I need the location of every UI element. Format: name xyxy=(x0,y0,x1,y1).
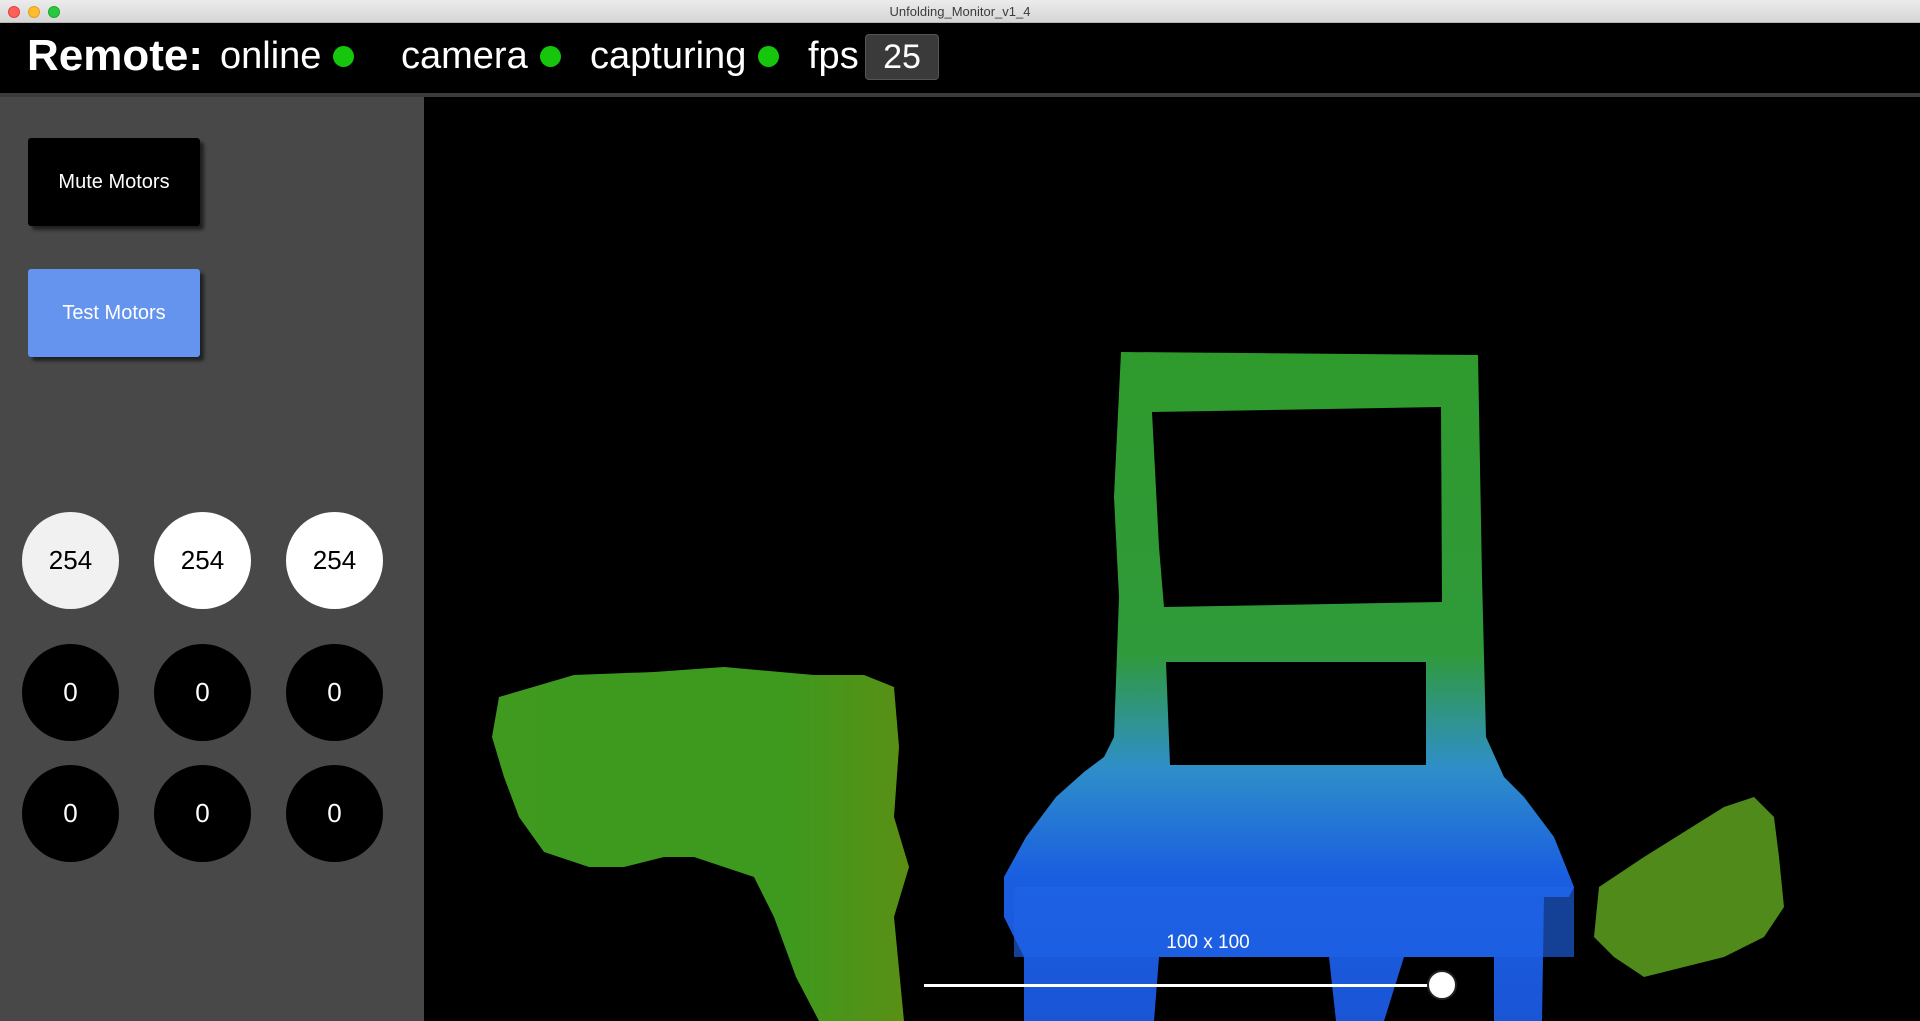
depth-image xyxy=(492,352,1784,1021)
capturing-indicator-icon xyxy=(758,45,780,67)
test-motors-button[interactable]: Test Motors xyxy=(28,269,200,357)
fps-value: 25 xyxy=(865,34,939,80)
left-object-blob xyxy=(492,667,909,1021)
right-object-blob xyxy=(1594,797,1784,977)
camera-depth-view: 100 x 100 xyxy=(424,97,1920,1021)
camera-indicator-icon xyxy=(539,45,561,67)
mute-motors-button[interactable]: Mute Motors xyxy=(28,138,200,226)
motor-value-r1c1: 254 xyxy=(22,512,119,609)
motor-value-r2c1: 0 xyxy=(22,644,119,741)
motor-value-r1c3: 254 xyxy=(286,512,383,609)
fps-label: fps xyxy=(808,35,859,77)
camera-label: camera xyxy=(401,35,528,77)
motor-value-r2c3: 0 xyxy=(286,644,383,741)
capturing-status: capturing xyxy=(590,33,780,79)
window-titlebar: Unfolding_Monitor_v1_4 xyxy=(0,0,1920,23)
resolution-label: 100 x 100 xyxy=(1166,932,1250,953)
chair-blob xyxy=(1004,352,1574,1021)
motor-value-r3c2: 0 xyxy=(154,765,251,862)
online-label: online xyxy=(220,35,322,77)
remote-status-bar: Remote: online camera capturing fps 25 xyxy=(0,23,1920,93)
window-title: Unfolding_Monitor_v1_4 xyxy=(889,4,1031,19)
online-indicator-icon xyxy=(333,45,355,67)
remote-label: Remote: xyxy=(27,31,204,80)
motor-value-r3c1: 0 xyxy=(22,765,119,862)
motor-value-r3c3: 0 xyxy=(286,765,383,862)
motor-value-r1c2: 254 xyxy=(154,512,251,609)
online-status: online xyxy=(220,33,355,79)
camera-status: camera xyxy=(401,33,561,79)
capturing-label: capturing xyxy=(590,35,747,77)
control-sidebar: Mute Motors Test Motors 254 254 254 0 0 … xyxy=(0,97,424,1021)
resolution-slider-handle[interactable] xyxy=(1427,970,1457,1000)
motor-value-r2c2: 0 xyxy=(154,644,251,741)
fps-status: fps xyxy=(808,33,859,79)
resolution-slider-track[interactable] xyxy=(924,984,1442,987)
